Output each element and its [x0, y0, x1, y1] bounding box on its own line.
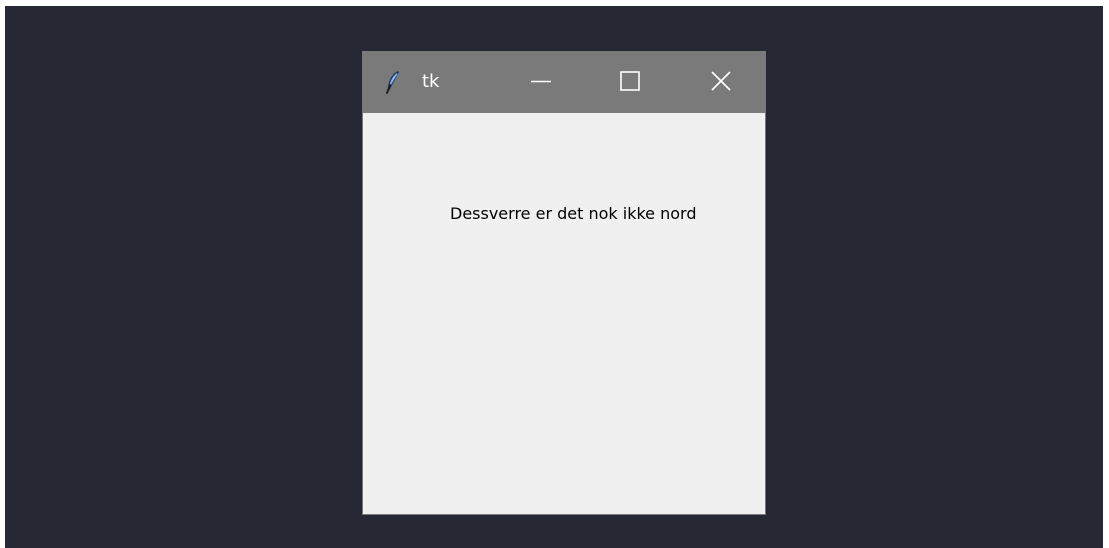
- tk-window: tk Dessverre er det nok ikke nord: [362, 51, 766, 515]
- message-label: Dessverre er det nok ikke nord: [450, 204, 697, 223]
- minimize-button[interactable]: [496, 52, 586, 113]
- desktop-background: tk Dessverre er det nok ikke nord: [5, 6, 1103, 548]
- close-icon: [710, 70, 731, 95]
- maximize-icon: [620, 70, 640, 95]
- feather-icon: [385, 70, 401, 94]
- minimize-icon: [531, 71, 551, 95]
- close-button[interactable]: [675, 52, 765, 113]
- window-client-area: Dessverre er det nok ikke nord: [363, 113, 765, 514]
- window-title: tk: [422, 71, 440, 92]
- maximize-button[interactable]: [585, 52, 675, 113]
- title-bar[interactable]: tk: [363, 52, 765, 113]
